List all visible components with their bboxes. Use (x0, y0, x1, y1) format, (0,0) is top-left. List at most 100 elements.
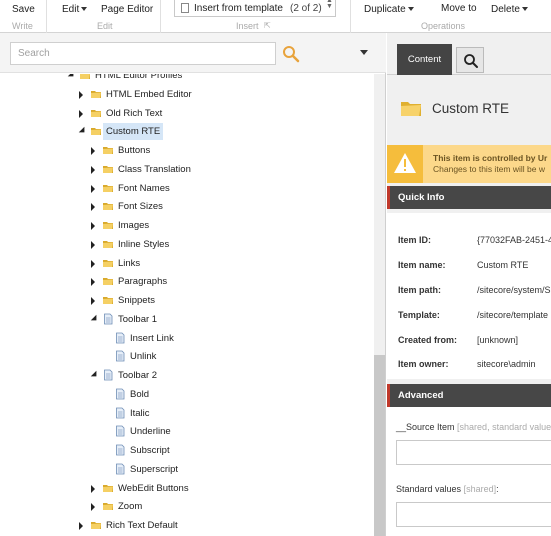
folder-icon (103, 297, 113, 304)
standard-values-field[interactable] (396, 502, 551, 527)
tree-node[interactable]: Superscript (0, 461, 370, 480)
chevron-down-icon (407, 7, 414, 12)
collapsed-arrow-icon[interactable] (79, 110, 83, 118)
info-value: Custom RTE (477, 260, 529, 270)
tree-node-label: Italic (130, 408, 150, 419)
tree-node[interactable]: HTML Editor Profiles (0, 74, 370, 86)
tree-node[interactable]: Class Translation (0, 161, 370, 180)
folder-icon (103, 166, 113, 173)
warning-line-2: Changes to this item will be w (433, 164, 545, 174)
tree-node[interactable]: Unlink (0, 348, 370, 367)
page-editor-button[interactable]: Page Editor (101, 4, 153, 15)
insert-gallery[interactable]: Insert from template (2 of 2) (174, 0, 336, 17)
collapsed-arrow-icon[interactable] (91, 485, 95, 493)
advanced-section-header[interactable]: Advanced (387, 384, 551, 407)
tree-node-label: Toolbar 2 (118, 370, 158, 381)
expanded-arrow-icon[interactable] (90, 314, 100, 324)
source-item-label-text: __Source Item (396, 422, 455, 432)
tree-node[interactable]: Subscript (0, 442, 370, 461)
tree-node[interactable]: Old Rich Text (0, 105, 370, 124)
tree-node[interactable]: Paragraphs (0, 273, 370, 292)
tree-node[interactable]: HTML Embed Editor (0, 86, 370, 105)
collapsed-arrow-icon[interactable] (91, 222, 95, 230)
tree-node-label: Underline (130, 426, 171, 437)
expanded-arrow-icon[interactable] (67, 74, 77, 80)
tree-node[interactable]: Links (0, 255, 370, 274)
tab-search[interactable] (456, 47, 484, 73)
tree-node[interactable]: Bold (0, 386, 370, 405)
tree-node-label: Zoom (118, 501, 143, 512)
expanded-arrow-icon[interactable] (90, 370, 100, 380)
folder-icon (103, 222, 113, 229)
collapsed-arrow-icon[interactable] (91, 147, 95, 155)
tree-node[interactable]: Font Sizes (0, 198, 370, 217)
document-icon (116, 350, 125, 362)
collapsed-arrow-icon[interactable] (91, 278, 95, 286)
folder-icon (91, 522, 101, 529)
chevron-down-icon (521, 7, 528, 12)
expanded-arrow-icon[interactable] (78, 126, 88, 136)
ribbon: Save Write Edit Page Editor Edit Insert … (0, 0, 551, 33)
tree-node[interactable]: Toolbar 2 (0, 367, 370, 386)
tree-node[interactable]: Images (0, 217, 370, 236)
tree-node-label: Links (118, 258, 141, 269)
source-item-sublabel: [shared, standard value (457, 422, 551, 432)
tree-node[interactable]: Inline Styles (0, 236, 370, 255)
tree-node[interactable]: Custom RTE (0, 123, 370, 142)
delete-dropdown-button[interactable]: Delete (491, 4, 528, 15)
collapsed-arrow-icon[interactable] (91, 260, 95, 268)
collapsed-arrow-icon[interactable] (91, 166, 95, 174)
collapsed-arrow-icon[interactable] (91, 503, 95, 511)
gallery-scroll-arrows-icon[interactable]: ▲ ▼ (326, 0, 333, 10)
advanced-panel: __Source Item [shared, standard value St… (387, 407, 551, 536)
search-options-chevron-icon[interactable] (360, 50, 368, 55)
quick-info-section-header[interactable]: Quick Info (387, 186, 551, 209)
tree-scrollbar-thumb[interactable] (374, 355, 385, 536)
tree-node[interactable]: Italic (0, 405, 370, 424)
collapsed-arrow-icon[interactable] (91, 241, 95, 249)
folder-icon (401, 102, 421, 116)
tree-node[interactable]: Buttons (0, 142, 370, 161)
info-value: /sitecore/system/S (477, 285, 551, 295)
expand-group-icon[interactable]: ⇱ (264, 21, 271, 30)
tree-node[interactable]: Rich Text Default (0, 517, 370, 536)
delete-label: Delete (491, 4, 520, 15)
duplicate-dropdown-button[interactable]: Duplicate (364, 4, 414, 15)
insert-count: (2 of 2) (290, 3, 322, 14)
document-icon (104, 313, 113, 325)
editor-tabs: Content (387, 33, 551, 75)
tree-node[interactable]: Snippets (0, 292, 370, 311)
collapsed-arrow-icon[interactable] (79, 91, 83, 99)
info-key: Created from: (398, 335, 458, 345)
tree-node[interactable]: WebEdit Buttons (0, 480, 370, 499)
tree-node-label: Superscript (130, 464, 179, 475)
collapsed-arrow-icon[interactable] (91, 297, 95, 305)
tree-node[interactable]: Zoom (0, 498, 370, 517)
item-header: Custom RTE (387, 75, 551, 137)
folder-icon (91, 110, 101, 117)
tree-scrollbar[interactable] (374, 74, 385, 536)
tree-node[interactable]: Underline (0, 423, 370, 442)
ribbon-divider (46, 0, 47, 33)
collapsed-arrow-icon[interactable] (91, 185, 95, 193)
save-button[interactable]: Save (12, 4, 35, 15)
edit-dropdown-button[interactable]: Edit (62, 4, 88, 15)
tab-content[interactable]: Content (397, 44, 452, 75)
document-icon (116, 463, 125, 475)
warning-banner: This item is controlled by Ur Changes to… (387, 145, 551, 183)
search-input[interactable] (10, 42, 276, 65)
move-to-button[interactable]: Move to (441, 3, 477, 14)
warning-line-1: This item is controlled by Ur (433, 153, 548, 163)
insert-from-template-button[interactable]: Insert from template (194, 3, 283, 14)
tree-node[interactable]: Insert Link (0, 330, 370, 349)
folder-icon (103, 185, 113, 192)
source-item-field[interactable] (396, 440, 551, 465)
tree-node[interactable]: Font Names (0, 180, 370, 199)
search-bar (0, 33, 386, 73)
edit-group-caption: Edit (97, 21, 113, 31)
tree-node[interactable]: Toolbar 1 (0, 311, 370, 330)
document-icon (116, 388, 125, 400)
search-icon[interactable] (281, 44, 301, 64)
collapsed-arrow-icon[interactable] (79, 522, 83, 530)
collapsed-arrow-icon[interactable] (91, 203, 95, 211)
